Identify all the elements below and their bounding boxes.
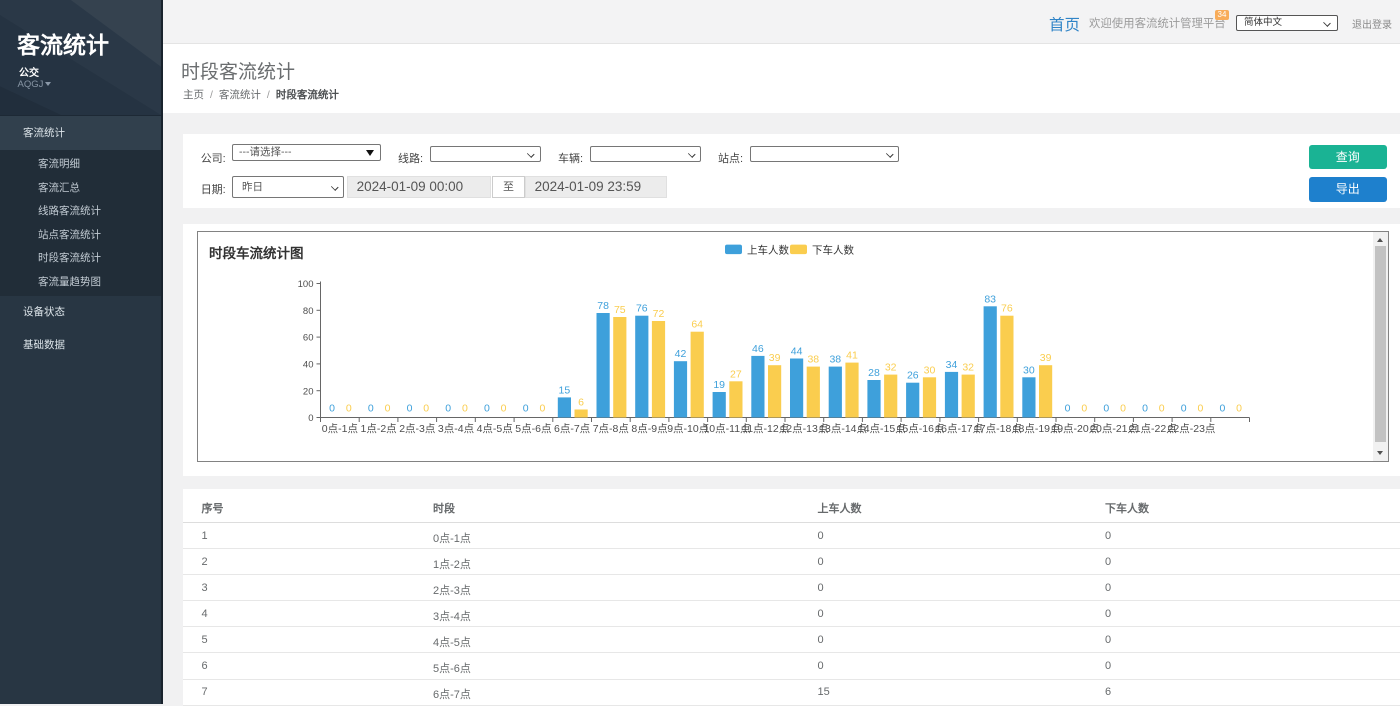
svg-text:0: 0 <box>385 403 391 415</box>
svg-text:41: 41 <box>846 350 858 362</box>
svg-text:0: 0 <box>1120 403 1126 415</box>
svg-text:42: 42 <box>675 348 687 360</box>
svg-text:0: 0 <box>1159 403 1165 415</box>
svg-text:72: 72 <box>653 308 665 320</box>
svg-text:0点-1点: 0点-1点 <box>322 423 358 435</box>
svg-text:19: 19 <box>713 379 725 391</box>
svg-text:0: 0 <box>308 413 313 424</box>
svg-text:0: 0 <box>484 403 490 415</box>
svg-text:8点-9点: 8点-9点 <box>631 423 667 435</box>
svg-text:4点-5点: 4点-5点 <box>477 423 513 435</box>
svg-text:0: 0 <box>329 403 335 415</box>
svg-text:75: 75 <box>614 304 626 316</box>
svg-text:5点-6点: 5点-6点 <box>515 423 551 435</box>
svg-text:6: 6 <box>578 397 584 409</box>
svg-text:40: 40 <box>303 360 314 371</box>
svg-text:22点-23点: 22点-23点 <box>1168 423 1216 435</box>
svg-text:0: 0 <box>1236 403 1242 415</box>
svg-text:0: 0 <box>462 403 468 415</box>
svg-text:83: 83 <box>984 293 996 305</box>
svg-text:0: 0 <box>423 403 429 415</box>
svg-text:27: 27 <box>730 368 742 380</box>
svg-text:0: 0 <box>523 403 529 415</box>
svg-text:20: 20 <box>303 386 314 397</box>
svg-text:0: 0 <box>407 403 413 415</box>
svg-text:38: 38 <box>829 354 841 366</box>
svg-text:0: 0 <box>1142 403 1148 415</box>
svg-text:34: 34 <box>946 359 958 371</box>
svg-text:39: 39 <box>769 352 781 364</box>
svg-text:76: 76 <box>1001 303 1013 315</box>
svg-text:30: 30 <box>924 364 936 376</box>
svg-text:32: 32 <box>885 362 897 374</box>
svg-text:3点-4点: 3点-4点 <box>438 423 474 435</box>
svg-text:0: 0 <box>1081 403 1087 415</box>
svg-text:2点-3点: 2点-3点 <box>399 423 435 435</box>
svg-text:15: 15 <box>559 384 571 396</box>
svg-text:39: 39 <box>1040 352 1052 364</box>
svg-text:0: 0 <box>445 403 451 415</box>
svg-text:1点-2点: 1点-2点 <box>361 423 397 435</box>
svg-text:7点-8点: 7点-8点 <box>593 423 629 435</box>
svg-text:46: 46 <box>752 343 764 355</box>
svg-text:0: 0 <box>368 403 374 415</box>
svg-text:76: 76 <box>636 303 648 315</box>
svg-text:6点-7点: 6点-7点 <box>554 423 590 435</box>
svg-text:38: 38 <box>807 354 819 366</box>
svg-text:0: 0 <box>1219 403 1225 415</box>
svg-text:32: 32 <box>962 362 974 374</box>
svg-text:0: 0 <box>501 403 507 415</box>
svg-text:64: 64 <box>691 319 703 331</box>
svg-text:44: 44 <box>791 346 803 358</box>
svg-text:0: 0 <box>539 403 545 415</box>
svg-text:下车人数: 下车人数 <box>812 243 854 256</box>
svg-text:30: 30 <box>1023 364 1035 376</box>
svg-text:28: 28 <box>868 367 880 379</box>
svg-text:78: 78 <box>597 300 609 312</box>
svg-text:26: 26 <box>907 370 919 382</box>
svg-text:0: 0 <box>1181 403 1187 415</box>
svg-text:100: 100 <box>298 279 314 290</box>
svg-text:上车人数: 上车人数 <box>747 243 789 256</box>
svg-text:80: 80 <box>303 306 314 317</box>
svg-text:0: 0 <box>346 403 352 415</box>
svg-text:0: 0 <box>1065 403 1071 415</box>
svg-text:0: 0 <box>1103 403 1109 415</box>
svg-text:60: 60 <box>303 333 314 344</box>
svg-text:0: 0 <box>1197 403 1203 415</box>
